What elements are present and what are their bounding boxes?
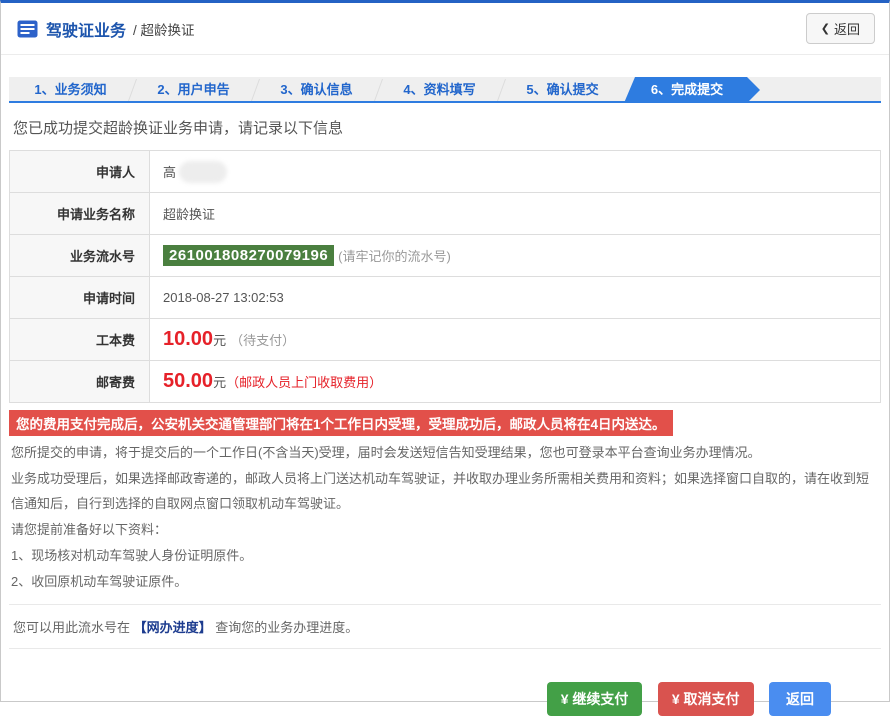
- license-list-icon: [17, 20, 38, 38]
- row-label: 申请人: [10, 151, 150, 192]
- table-row-apply-time: 申请时间 2018-08-27 13:02:53: [10, 277, 880, 319]
- value-plain: 高: [163, 162, 176, 181]
- row-label: 工本费: [10, 319, 150, 360]
- progress-hint-line: 您可以用此流水号在 【网办进度】 查询您的业务办理进度。: [9, 604, 881, 649]
- value-unit: 元: [213, 372, 226, 391]
- row-value: 2018-08-27 13:02:53: [150, 277, 880, 318]
- instruction-paragraph: 您所提交的申请，将于提交后的一个工作日(不含当天)受理，届时会发送短信告知受理结…: [11, 440, 879, 465]
- success-message: 您已成功提交超龄换证业务申请，请记录以下信息: [13, 117, 889, 138]
- application-info-table: 申请人高申请业务名称超龄换证业务流水号261001808270079196(请牢…: [9, 150, 881, 403]
- action-button-row: ¥ 继续支付 ¥ 取消支付 返回: [1, 682, 889, 716]
- page-header: 驾驶证业务 / 超龄换证 ❮ 返回: [1, 3, 889, 55]
- table-row-business-name: 申请业务名称超龄换证: [10, 193, 880, 235]
- row-label: 业务流水号: [10, 235, 150, 276]
- instruction-paragraph: 1、现场核对机动车驾驶人身份证明原件。: [11, 543, 879, 568]
- instruction-paragraph: 业务成功受理后，如果选择邮政寄递的，邮政人员将上门送达机动车驾驶证，并收取办理业…: [11, 466, 879, 516]
- step-tab-bar: 1、业务须知2、用户申告3、确认信息4、资料填写5、确认提交6、完成提交: [9, 77, 881, 103]
- progress-hint-suffix: 查询您的业务办理进度。: [215, 620, 358, 635]
- row-label: 邮寄费: [10, 361, 150, 402]
- continue-pay-button[interactable]: ¥ 继续支付: [547, 682, 643, 716]
- step-tab-5: 5、确认提交: [501, 77, 624, 103]
- instructions-text: 您所提交的申请，将于提交后的一个工作日(不含当天)受理，届时会发送短信告知受理结…: [11, 440, 879, 594]
- back-button-label: 返回: [834, 19, 860, 38]
- progress-hint-prefix: 您可以用此流水号在: [13, 620, 130, 635]
- online-progress-link[interactable]: 【网办进度】: [134, 620, 212, 635]
- value-muted: （待支付）: [230, 330, 295, 349]
- value-plain: 超龄换证: [163, 204, 215, 223]
- cancel-pay-button[interactable]: ¥ 取消支付: [658, 682, 754, 716]
- value-plain: 2018-08-27 13:02:53: [163, 290, 284, 305]
- payment-alert-banner: 您的费用支付完成后，公安机关交通管理部门将在1个工作日内受理，受理成功后，邮政人…: [9, 410, 673, 436]
- chevron-left-icon: ❮: [821, 22, 830, 35]
- page-title: 驾驶证业务: [46, 17, 126, 41]
- table-row-serial-number: 业务流水号261001808270079196(请牢记你的流水号): [10, 235, 880, 277]
- instruction-paragraph: 2、收回原机动车驾驶证原件。: [11, 569, 879, 594]
- step-tab-6: 6、完成提交: [624, 77, 760, 103]
- redacted-name-blur: [179, 161, 227, 183]
- row-label: 申请业务名称: [10, 193, 150, 234]
- value-muted: (请牢记你的流水号): [338, 246, 451, 265]
- breadcrumb-sub-title: / 超龄换证: [133, 19, 195, 39]
- value-unit: 元: [213, 330, 226, 349]
- value-amount: 50.00: [163, 370, 213, 393]
- step-tab-4: 4、资料填写: [378, 77, 501, 103]
- row-value: 高: [150, 151, 880, 192]
- instruction-paragraph: 请您提前准备好以下资料：: [11, 517, 879, 542]
- value-rednote: （邮政人员上门收取费用）: [226, 372, 382, 391]
- row-value: 超龄换证: [150, 193, 880, 234]
- table-row-applicant: 申请人高: [10, 151, 880, 193]
- row-value: 10.00元（待支付）: [150, 319, 880, 360]
- step-tab-2: 2、用户申告: [132, 77, 255, 103]
- table-row-production-fee: 工本费10.00元（待支付）: [10, 319, 880, 361]
- page: 驾驶证业务 / 超龄换证 ❮ 返回 1、业务须知2、用户申告3、确认信息4、资料…: [0, 0, 890, 702]
- table-row-postage-fee: 邮寄费50.00元（邮政人员上门收取费用）: [10, 361, 880, 403]
- return-button[interactable]: 返回: [769, 682, 831, 716]
- value-amount: 10.00: [163, 328, 213, 351]
- step-tab-1: 1、业务须知: [9, 77, 132, 103]
- row-value: 261001808270079196(请牢记你的流水号): [150, 235, 880, 276]
- step-tab-3: 3、确认信息: [255, 77, 378, 103]
- value-serial: 261001808270079196: [163, 245, 334, 266]
- row-value: 50.00元（邮政人员上门收取费用）: [150, 361, 880, 402]
- back-button[interactable]: ❮ 返回: [806, 13, 875, 44]
- row-label: 申请时间: [10, 277, 150, 318]
